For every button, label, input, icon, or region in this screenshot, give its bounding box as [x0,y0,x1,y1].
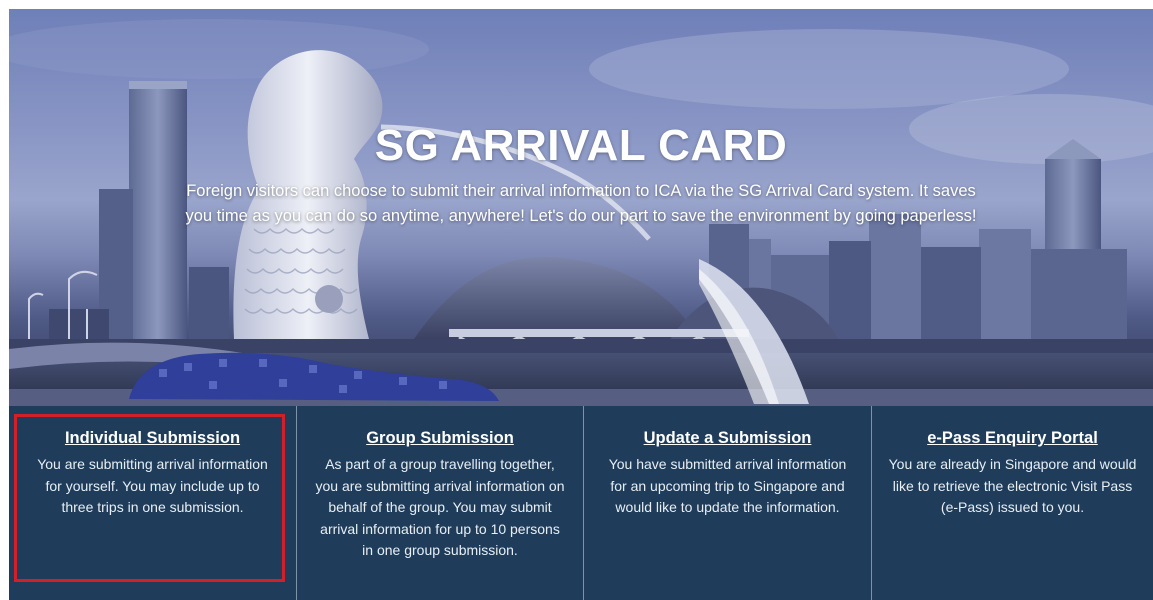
individual-submission-description: You are submitting arrival information f… [37,456,268,515]
epass-enquiry-portal-link[interactable]: e-Pass Enquiry Portal [872,429,1153,448]
group-submission-link[interactable]: Group Submission [297,429,583,448]
page-title: SG ARRIVAL CARD [374,121,788,170]
epass-enquiry-portal-description: You are already in Singapore and would l… [888,456,1137,515]
hero-description: Foreign visitors can choose to submit th… [185,182,977,225]
update-submission-description: You have submitted arrival information f… [608,456,847,515]
update-submission-link[interactable]: Update a Submission [584,429,871,448]
hero-banner: SG ARRIVAL CARD Foreign visitors can cho… [9,9,1153,406]
submission-options-panel: Individual Submission You are submitting… [9,406,1153,600]
option-group-submission[interactable]: Group Submission As part of a group trav… [296,406,583,600]
group-submission-description: As part of a group travelling together, … [315,456,565,558]
individual-submission-link[interactable]: Individual Submission [9,429,296,448]
page: SG ARRIVAL CARD Foreign visitors can cho… [0,0,1153,600]
option-update-submission[interactable]: Update a Submission You have submitted a… [583,406,871,600]
option-individual-submission[interactable]: Individual Submission You are submitting… [9,406,296,600]
option-epass-enquiry-portal[interactable]: e-Pass Enquiry Portal You are already in… [871,406,1153,600]
